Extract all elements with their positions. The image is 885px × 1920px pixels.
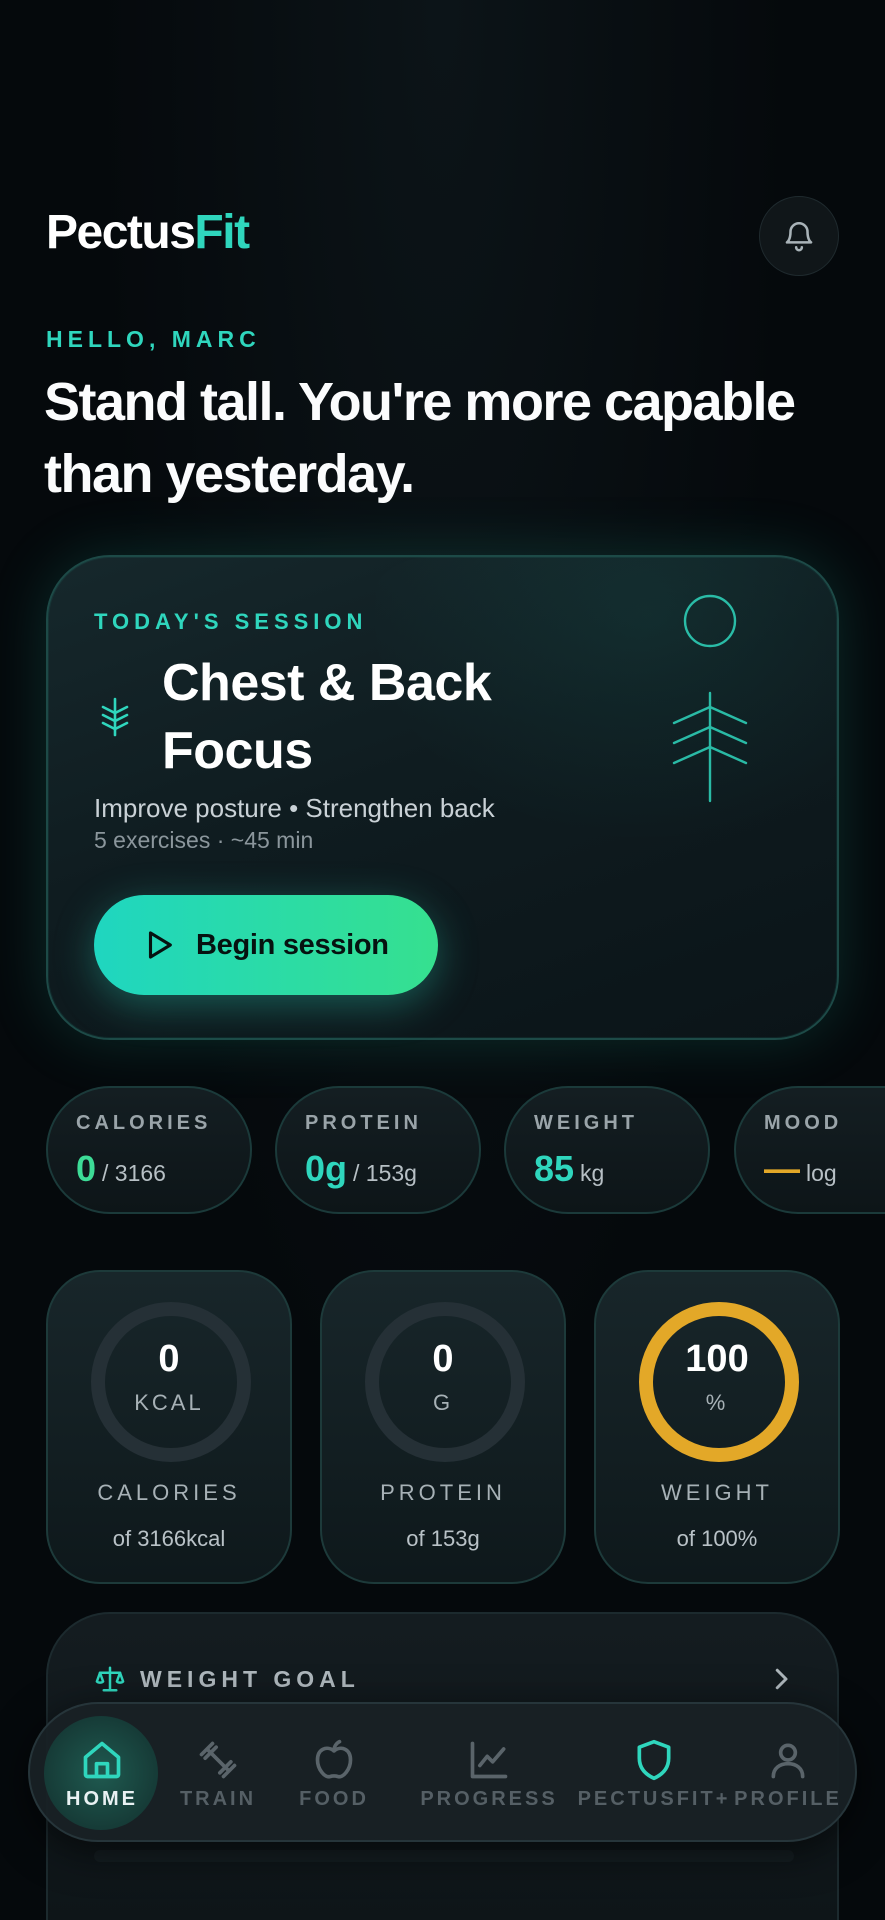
stat-number: —	[764, 1148, 800, 1189]
ring-target: of 153g	[406, 1526, 480, 1551]
stat-number: 0g	[305, 1148, 348, 1189]
ring-card-weight[interactable]: 100 % WEIGHT of 100%	[594, 1270, 840, 1584]
ring-value: 0	[158, 1338, 180, 1380]
stat-unit: kg	[580, 1160, 605, 1186]
app-logo: PectusFit	[46, 205, 250, 260]
weight-goal-label: WEIGHT GOAL	[140, 1666, 360, 1692]
stat-value: — log	[764, 1148, 837, 1190]
ring-target: of 3166kcal	[112, 1526, 226, 1551]
ring-unit: G	[432, 1390, 454, 1415]
home-icon	[83, 1741, 121, 1779]
fern-icon	[101, 697, 129, 737]
notifications-button[interactable]	[759, 196, 839, 276]
progress-ring	[365, 1302, 525, 1462]
stat-pill-calories[interactable]: CALORIES 0/ 3166	[46, 1086, 252, 1214]
weight-goal-progress-track	[94, 1850, 794, 1862]
stat-number: 85	[534, 1148, 575, 1189]
ring-value: 100	[685, 1338, 749, 1380]
progress-ring	[639, 1302, 799, 1462]
chevron-right-icon	[775, 1668, 788, 1690]
stat-unit: / 3166	[102, 1160, 166, 1186]
bell-icon	[785, 222, 813, 252]
session-title: Chest & Back Focus	[162, 654, 492, 780]
apple-icon	[315, 1739, 353, 1779]
stat-number: 0	[76, 1148, 97, 1189]
nav-food[interactable]: FOOD	[294, 1704, 374, 1844]
begin-session-button[interactable]: Begin session	[94, 895, 438, 995]
stat-pill-protein[interactable]: PROTEIN 0g/ 153g	[275, 1086, 481, 1214]
home-screen: PectusFit HELLO, MARC Stand tall. You're…	[0, 0, 885, 1920]
sun-tree-illustration	[672, 594, 748, 803]
stat-unit: / 153g	[353, 1160, 417, 1186]
greeting: HELLO, MARC	[46, 326, 261, 352]
logo-text-accent: Fit	[194, 206, 250, 259]
ring-target: of 100%	[676, 1526, 758, 1551]
stat-value: 0/ 3166	[76, 1148, 166, 1190]
nav-pectusfit-plus[interactable]: PECTUSFIT+	[570, 1704, 738, 1844]
headline: Stand tall. You're more capable than yes…	[44, 372, 796, 504]
nav-label: PECTUSFIT+	[577, 1788, 731, 1810]
chart-icon	[470, 1741, 508, 1779]
session-meta: 5 exercises · ~45 min	[94, 827, 314, 853]
nav-label: HOME	[66, 1788, 138, 1810]
nav-progress[interactable]: PROGRESS	[414, 1704, 564, 1844]
logo-text-primary: Pectus	[46, 206, 196, 259]
stat-label: MOOD	[764, 1112, 843, 1134]
ring-label: PROTEIN	[380, 1480, 506, 1505]
ring-value: 0	[432, 1338, 454, 1380]
nav-train[interactable]: TRAIN	[178, 1704, 258, 1844]
stat-unit: log	[806, 1160, 837, 1186]
scale-icon	[95, 1666, 125, 1692]
stat-value: 0g/ 153g	[305, 1148, 417, 1190]
ring-unit: %	[705, 1390, 729, 1415]
shield-icon	[637, 1739, 671, 1781]
ring-card-protein[interactable]: 0 G PROTEIN of 153g	[320, 1270, 566, 1584]
stat-label: CALORIES	[76, 1112, 212, 1134]
dumbbell-icon	[199, 1741, 237, 1779]
session-label: TODAY'S SESSION	[94, 609, 368, 634]
stat-label: PROTEIN	[305, 1112, 422, 1134]
session-card[interactable]: TODAY'S SESSION Chest & Back Focus Impro…	[46, 555, 839, 1040]
bottom-nav: HOME TRAIN FOOD PROGRESS PECTUSFIT+ PROF…	[28, 1702, 857, 1842]
nav-label: PROFILE	[734, 1788, 842, 1810]
ring-card-calories[interactable]: 0 KCAL CALORIES of 3166kcal	[46, 1270, 292, 1584]
nav-home[interactable]: HOME	[66, 1704, 138, 1844]
play-icon	[148, 931, 172, 959]
nav-label: TRAIN	[179, 1788, 257, 1810]
ring-label: CALORIES	[97, 1480, 241, 1505]
nav-label: PROGRESS	[420, 1788, 558, 1810]
stat-pill-weight[interactable]: WEIGHT 85 kg	[504, 1086, 710, 1214]
begin-session-label: Begin session	[196, 928, 389, 961]
ring-label: WEIGHT	[661, 1480, 773, 1505]
session-subtitle: Improve posture • Strengthen back	[94, 793, 495, 823]
stat-value: 85 kg	[534, 1148, 604, 1190]
nav-label: FOOD	[299, 1788, 369, 1810]
ring-unit: KCAL	[134, 1390, 204, 1415]
user-icon	[771, 1743, 805, 1779]
stat-pill-mood[interactable]: MOOD — log	[734, 1086, 885, 1214]
stat-label: WEIGHT	[534, 1112, 638, 1134]
nav-profile[interactable]: PROFILE	[728, 1704, 848, 1844]
progress-ring	[91, 1302, 251, 1462]
